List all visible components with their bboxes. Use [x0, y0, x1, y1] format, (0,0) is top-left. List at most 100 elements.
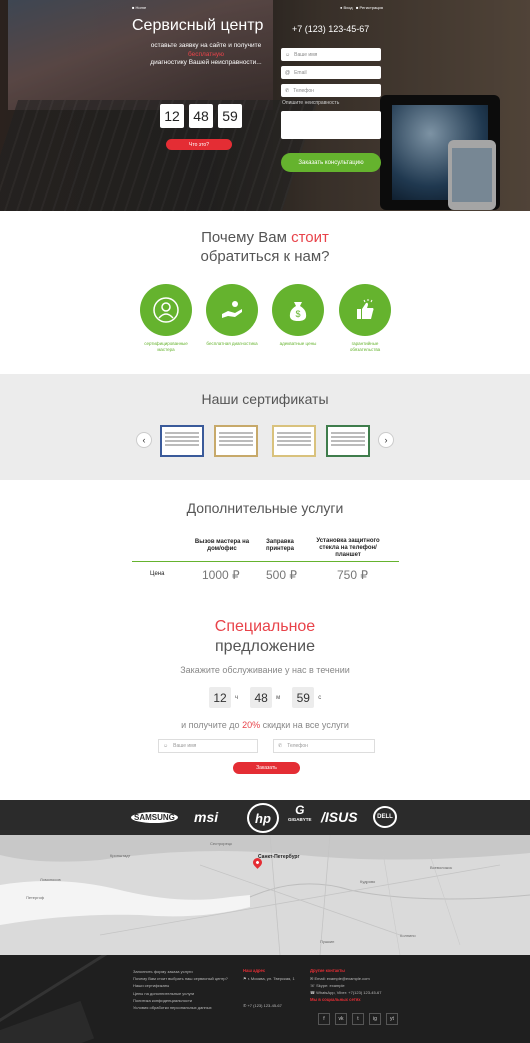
service-header: Установка защитного стекла на телефон/пл…	[316, 538, 380, 558]
instagram-icon[interactable]: ig	[369, 1013, 381, 1025]
msi-logo: msi	[194, 809, 219, 825]
footer-skype[interactable]: ☏ Skype: example	[310, 982, 382, 989]
special-title-rest: предложение	[215, 638, 315, 655]
map-label: Кудрово	[360, 879, 376, 884]
problem-textarea[interactable]	[281, 111, 381, 139]
hero-overlay	[0, 0, 530, 211]
map-label: Кронштадт	[110, 853, 131, 858]
footer-whatsapp-text: WhatsApp, Viber: +7(123) 123-45-67	[316, 990, 382, 995]
certificate-image[interactable]	[214, 425, 258, 457]
hero-timer-hours: 12	[160, 104, 184, 128]
why-title-part1: Почему Вам	[201, 229, 292, 246]
order-consultation-button[interactable]: Заказать консультацию	[281, 153, 381, 172]
map-city-label: Санкт-Петербург	[258, 854, 300, 860]
feature-label: гарантийные обязательства	[349, 341, 381, 352]
hero-phone-input[interactable]: ✆ Телефон	[281, 84, 381, 97]
vk-icon[interactable]: vk	[335, 1013, 347, 1025]
footer-address: ⚑ г. Москва, ул. Тверская, 1	[243, 976, 295, 981]
services-title: Дополнительные услуги	[186, 500, 344, 516]
special-name-placeholder: Ваше имя	[173, 743, 197, 749]
youtube-icon[interactable]: yt	[386, 1013, 398, 1025]
location-map[interactable]: Петергоф Ломоносов Кронштадт Сестрорецк …	[0, 835, 530, 955]
what-is-it-button[interactable]: Что это?	[166, 139, 232, 150]
footer-link[interactable]: Цены на дополнительные услуги	[133, 990, 228, 997]
discount-part1: и получите до	[181, 720, 243, 730]
nav-home-link[interactable]: ■ Home	[132, 5, 146, 10]
hero-email-input[interactable]: @ Email	[281, 66, 381, 79]
timer-unit: м	[276, 694, 281, 701]
nav-login-label: Вход	[343, 5, 353, 10]
footer-social-heading: Мы в социальных сетях	[310, 997, 361, 1002]
service-price: 1000 ₽	[202, 568, 240, 582]
hero-phone-number[interactable]: +7 (123) 123-45-67	[292, 24, 369, 34]
special-phone-placeholder: Телефон	[287, 743, 308, 749]
discount-accent: 20%	[242, 720, 261, 730]
footer-decoration	[0, 1000, 95, 1043]
certificate-image[interactable]	[160, 425, 204, 457]
chevron-right-icon[interactable]: ›	[378, 432, 394, 448]
footer-email[interactable]: ✉ Email: example@example.com	[310, 975, 382, 982]
footer-link[interactable]: Наши сертификаты	[133, 982, 228, 989]
gigabyte-text: GIGABYTE	[288, 817, 312, 822]
gigabyte-mark: G	[295, 803, 305, 817]
gigabyte-logo: G GIGABYTE	[288, 803, 312, 825]
footer-link[interactable]: Почему Вам стоит выбрать наш сервисный ц…	[133, 975, 228, 982]
special-offer-title: Специальное предложение	[0, 617, 530, 657]
special-subtitle: Закажите обслуживание у нас в течении	[180, 665, 350, 675]
footer-skype-text: Skype: example	[316, 983, 345, 988]
email-icon: @	[285, 69, 291, 76]
feature-warranty: гарантийные обязательства	[339, 284, 391, 352]
special-timer-seconds: 59	[292, 687, 315, 708]
special-phone-input[interactable]: ✆ Телефон	[273, 739, 375, 753]
hero-text-line2: диагностику Вашей неисправности...	[150, 59, 262, 66]
hero-timer-seconds: 59	[218, 104, 242, 128]
footer-link[interactable]: Заполнить форму заказа услуги	[133, 968, 228, 975]
feature-label: адекватные цены	[279, 341, 317, 346]
timer-unit: ч	[235, 694, 239, 701]
hero-name-input[interactable]: ☺ Ваше имя	[281, 48, 381, 61]
samsung-logo: SAMSUNG	[131, 812, 178, 823]
user-icon: ☺	[163, 743, 169, 749]
service-header: Заправка принтера	[266, 539, 294, 552]
hero-title: Сервисный центр	[132, 17, 264, 34]
twitter-icon[interactable]: t	[352, 1013, 364, 1025]
service-price: 500 ₽	[266, 568, 297, 582]
certificates-section	[0, 374, 530, 480]
special-timer-hours: 12	[209, 687, 231, 708]
why-title: Почему Вам стоит обратиться к нам?	[0, 228, 530, 266]
why-title-part2: обратиться к нам?	[200, 248, 330, 265]
map-label: Петергоф	[26, 895, 45, 900]
map-label: Сестрорецк	[210, 841, 232, 846]
phone-icon: ✆	[278, 743, 283, 749]
nav-register-link[interactable]: ■ Регистрация	[356, 5, 383, 10]
footer-whatsapp[interactable]: ☎ WhatsApp, Viber: +7(123) 123-45-67	[310, 989, 382, 996]
certificates-title: Наши сертификаты	[201, 391, 329, 407]
footer-link[interactable]: Условия обработки персональных данных	[133, 1004, 228, 1011]
special-title-accent: Специальное	[214, 618, 316, 635]
certificate-image[interactable]	[326, 425, 370, 457]
nav-login-link[interactable]: ● Вход	[340, 5, 353, 10]
email-placeholder: Email	[294, 69, 307, 76]
certificate-image[interactable]	[272, 425, 316, 457]
footer-phone-text: +7 (123) 123-45-67	[247, 1003, 282, 1008]
chevron-left-icon[interactable]: ‹	[136, 432, 152, 448]
special-name-input[interactable]: ☺ Ваше имя	[158, 739, 258, 753]
footer-link[interactable]: Политика конфиденциальности	[133, 997, 228, 1004]
hero-timer-minutes: 48	[189, 104, 213, 128]
service-price: 750 ₽	[337, 568, 368, 582]
facebook-icon[interactable]: f	[318, 1013, 330, 1025]
footer-phone[interactable]: ✆ +7 (123) 123-45-67	[243, 1003, 282, 1008]
user-icon	[140, 284, 192, 336]
map-label: Пушкин	[320, 939, 335, 944]
special-order-button[interactable]: Заказать	[233, 762, 300, 774]
timer-unit: с	[318, 694, 322, 701]
hp-logo: hp	[247, 803, 279, 833]
name-placeholder: Ваше имя	[294, 51, 318, 58]
phone-placeholder: Телефон	[293, 87, 314, 94]
feature-label: бесплатная диагностика	[206, 341, 258, 346]
nav-register-label: Регистрация	[359, 5, 383, 10]
price-row-label: Цена	[150, 571, 165, 577]
feature-fair-prices: $ адекватные цены	[272, 284, 324, 347]
table-divider	[132, 561, 399, 562]
svg-text:$: $	[295, 309, 300, 319]
